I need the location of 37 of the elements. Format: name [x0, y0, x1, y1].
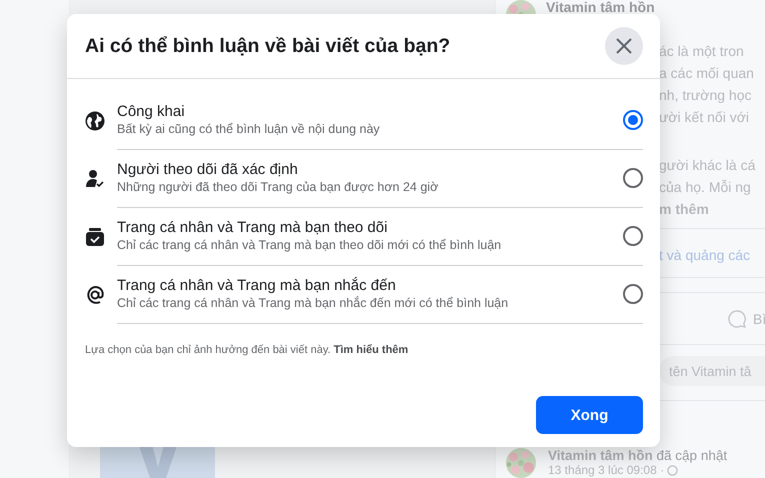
post-text-line: nh, trường học — [659, 86, 752, 105]
comment-button[interactable]: Bì — [728, 310, 765, 328]
option-description: Những người đã theo dõi Trang của bạn được hơn 24 giờ — [117, 178, 440, 196]
post-update-text: Vitamin tâm hồn đã cập nhật — [548, 448, 728, 463]
option-description: Chỉ các trang cá nhân và Trang mà bạn theo dõi mới có thể bình luận — [117, 236, 502, 254]
dialog-title: Ai có thể bình luận về bài viết của bạn? — [85, 34, 450, 58]
note-text: Lựa chọn của bạn chỉ ảnh hưởng đến bài viết này. Tìm hiểu thêm — [85, 344, 410, 356]
post-link[interactable]: t và quảng các — [659, 247, 750, 263]
post-text-line: ười kết nối với — [659, 108, 749, 127]
radio-button[interactable] — [623, 226, 643, 246]
radio-button[interactable] — [623, 284, 643, 304]
option-label: Người theo dõi đã xác định — [117, 160, 299, 178]
post-text-line: gười khác là cá — [659, 156, 756, 175]
see-more-link[interactable]: m thêm — [659, 198, 709, 220]
option-label: Công khai — [117, 102, 186, 120]
close-icon — [616, 38, 632, 54]
close-button[interactable] — [605, 27, 643, 65]
option-description: Chỉ các trang cá nhân và Trang mà bạn nhắc đến mới có thể bình luận — [117, 294, 510, 312]
done-button[interactable]: Xong — [536, 396, 643, 434]
inbox-check-icon — [85, 227, 105, 247]
person-check-icon — [85, 169, 105, 189]
radio-button[interactable] — [623, 110, 643, 130]
globe-icon — [85, 111, 105, 131]
speech-bubble-icon — [728, 310, 746, 328]
post-author: Vitamin tâm hồn — [546, 0, 655, 14]
comment-field[interactable]: tên Vitamin tâ — [659, 356, 765, 386]
post-text-line: của họ. Mỗi ng — [659, 178, 751, 197]
radio-button[interactable] — [623, 168, 643, 188]
option-label: Trang cá nhân và Trang mà bạn nhắc đến — [117, 276, 397, 294]
post-time: 13 tháng 3 lúc 09:08 · — [548, 463, 664, 478]
post-text-line: a các mối quan — [659, 64, 754, 83]
globe-icon — [667, 465, 678, 476]
option-label: Trang cá nhân và Trang mà bạn theo dõi — [117, 218, 388, 236]
post-text-line: ác là một tron — [659, 42, 744, 61]
option-description: Bất kỳ ai cũng có thể bình luận về nội dung này — [117, 120, 381, 138]
learn-more-link[interactable]: Tìm hiểu thêm — [334, 344, 408, 356]
at-sign-icon — [85, 285, 105, 305]
